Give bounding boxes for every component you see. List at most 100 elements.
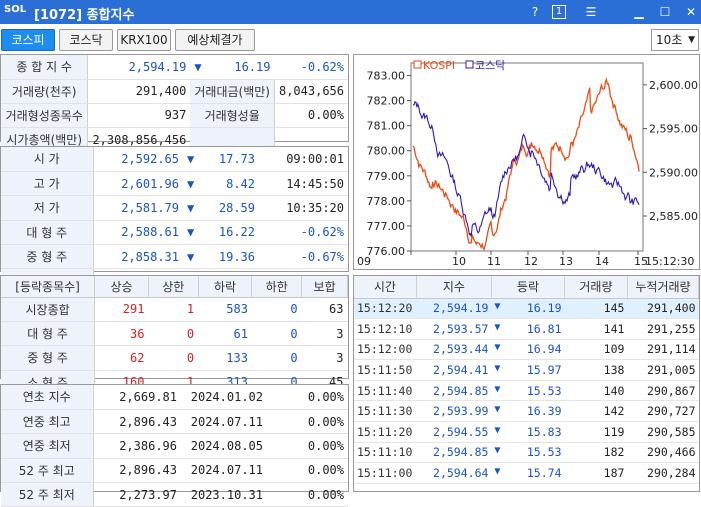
adv-row: 대 형 주 36 0 61 0 3: [1, 321, 348, 347]
interval-select[interactable]: 10초 ▼: [651, 29, 699, 51]
tick-volume: 145: [564, 298, 628, 320]
tab-krx100[interactable]: KRX100: [117, 29, 171, 51]
tick-header: 등락: [491, 276, 566, 299]
tick-change-value: 16.39: [526, 404, 562, 419]
tick-time: 15:11:40: [354, 380, 417, 402]
tick-row[interactable]: 15:11:10 2,594.85 ▼ 15.53 182 290,466: [354, 442, 699, 464]
x-tick-label: 14: [595, 255, 609, 268]
tick-volume: 109: [564, 339, 628, 361]
adv-up: 62: [94, 345, 149, 371]
plot-area: [410, 62, 644, 252]
adv-down: 133: [198, 345, 252, 371]
tick-row[interactable]: 15:11:30 2,593.99 ▼ 16.39 142 290,727: [354, 400, 699, 423]
index-value: 2,594.19: [87, 55, 191, 80]
yearly-value: 2,669.81: [93, 385, 181, 410]
minimize-icon[interactable]: ▁: [630, 3, 648, 21]
tick-change: ▼ 15.83: [491, 421, 565, 443]
chart-svg: 783.00 782.00 781.00 780.00 779.00 778.00 777.…: [357, 59, 698, 268]
tick-row[interactable]: 15:12:20 2,594.19 ▼ 16.19 145 291,400: [354, 298, 699, 320]
yearly-date: 2024.08.05: [181, 433, 267, 459]
daily-change: 17.73: [199, 147, 259, 172]
yearly-date: 2024.07.11: [181, 458, 267, 484]
close-icon[interactable]: ✕: [682, 3, 700, 21]
tab-kosdaq[interactable]: 코스닥: [59, 29, 113, 51]
tick-row[interactable]: 15:11:50 2,594.41 ▼ 15.97 138 291,005: [354, 359, 699, 381]
maximize-icon[interactable]: ☐: [656, 3, 674, 21]
tick-change: ▼ 16.19: [491, 298, 565, 320]
x-tick-label: 09: [357, 255, 371, 268]
left-tick-label: 782.00: [367, 95, 406, 108]
daily-row: 고 가 2,601.96 ▼ 8.42 14:45:50: [1, 171, 348, 197]
tick-volume: 187: [564, 462, 628, 484]
adv-downlimit: 0: [251, 297, 302, 322]
yearly-row: 52 주 최고 2,896.43 2024.07.11 0.00%: [1, 458, 348, 484]
yearly-row: 연중 최고 2,896.43 2024.07.11 0.00%: [1, 409, 348, 435]
tick-change: ▼ 15.53: [491, 380, 565, 402]
right-tick-label: 2,590.00: [649, 166, 698, 179]
title-bar: SOL [1072] 종합지수 ? 1 ☰ ▁ ☐ ✕: [0, 0, 701, 24]
daily-value: 2,588.61: [93, 220, 183, 246]
tick-header: 시간: [354, 276, 417, 299]
down-arrow-icon: ▼: [183, 244, 199, 270]
legend-kospi: KOSPI: [423, 59, 455, 72]
adv-header: 상한: [148, 276, 199, 298]
down-arrow-icon: ▼: [494, 445, 501, 457]
yearly-row: 52 주 최저 2,273.97 2023.10.31 0.00%: [1, 482, 348, 507]
interval-value: 10초: [656, 33, 683, 47]
tick-row[interactable]: 15:12:00 2,593.44 ▼ 16.94 109 291,114: [354, 339, 699, 361]
yearly-row: 연중 최저 2,386.96 2024.08.05 0.00%: [1, 433, 348, 459]
yearly-percent: 0.00%: [267, 482, 348, 507]
tick-change: ▼ 15.74: [491, 462, 565, 484]
down-arrow-icon: ▼: [494, 466, 501, 478]
tick-table-panel[interactable]: 시간 지수 등락 거래량 누적거래량 15:12:20 2,594.19 ▼ 16.19 145 2…: [353, 275, 700, 492]
screen-number-button[interactable]: 1: [552, 5, 566, 19]
adv-flat: 63: [301, 297, 348, 322]
tick-header: 누적거래량: [627, 276, 699, 299]
tab-kospi[interactable]: 코스피: [1, 29, 55, 51]
daily-row: 대 형 주 2,588.61 ▼ 16.22 -0.62%: [1, 220, 348, 246]
down-arrow-icon: ▼: [494, 363, 501, 375]
adv-header: 상승: [94, 276, 149, 298]
tick-row[interactable]: 15:11:20 2,594.55 ▼ 15.83 119 290,585: [354, 421, 699, 443]
tick-time: 15:12:00: [354, 339, 417, 361]
left-tick-label: 778.00: [367, 195, 406, 208]
daily-percent: -0.62%: [259, 220, 348, 246]
app-logo: SOL: [4, 4, 27, 15]
formed-rate-value: 0.00%: [274, 103, 348, 129]
legend-swatch-kosdaq: [465, 60, 474, 69]
tick-row[interactable]: 15:11:00 2,594.64 ▼ 15.74 187 290,284: [354, 462, 699, 484]
formed-count-label: 거래형성종목수: [1, 103, 89, 129]
tick-change-value: 15.83: [526, 424, 562, 439]
intraday-chart[interactable]: 783.00 782.00 781.00 780.00 779.00 778.00 777.…: [353, 54, 700, 270]
tick-cumulative: 291,400: [627, 298, 699, 320]
tick-time: 15:11:00: [354, 462, 417, 484]
tick-cumulative: 290,585: [627, 421, 699, 443]
volume-value: 291,400: [87, 79, 191, 104]
adv-header: 하락: [198, 276, 253, 298]
amount-label: 거래대금(백만): [190, 79, 275, 104]
daily-time: 10:35:20: [259, 195, 348, 221]
yearly-label: 52 주 최저: [1, 482, 94, 507]
daily-price-panel: 시 가 2,592.65 ▼ 17.73 09:00:01 고 가 2,601.96 ▼ 8.4…: [0, 146, 349, 294]
tick-cumulative: 290,727: [627, 400, 699, 423]
tick-row[interactable]: 15:11:40 2,594.85 ▼ 15.53 140 290,867: [354, 380, 699, 402]
daily-label: 대 형 주: [1, 220, 94, 246]
adv-header: 보합: [301, 276, 348, 298]
help-button[interactable]: ?: [526, 3, 544, 21]
tick-index: 2,594.41: [416, 359, 492, 381]
adv-label: 시장종합: [1, 297, 96, 322]
tick-time: 15:11:50: [354, 359, 417, 381]
tab-expected-price[interactable]: 예상체결가: [175, 29, 255, 51]
menu-icon[interactable]: ☰: [582, 3, 600, 21]
x-tick-label: 11: [487, 255, 501, 268]
daily-label: 저 가: [1, 195, 94, 221]
tick-row[interactable]: 15:12:10 2,593.57 ▼ 16.81 141 291,255: [354, 318, 699, 340]
right-tick-label: 2,585.00: [649, 210, 698, 223]
down-arrow-icon: ▼: [494, 424, 501, 436]
x-tick-label: 13: [559, 255, 573, 268]
down-arrow-icon: ▼: [183, 171, 199, 197]
legend-kosdaq: 코스닥: [475, 59, 505, 72]
adv-uplimit: 0: [148, 345, 199, 371]
daily-label: 고 가: [1, 171, 94, 197]
tick-header-row: 시간 지수 등락 거래량 누적거래량: [354, 276, 699, 299]
